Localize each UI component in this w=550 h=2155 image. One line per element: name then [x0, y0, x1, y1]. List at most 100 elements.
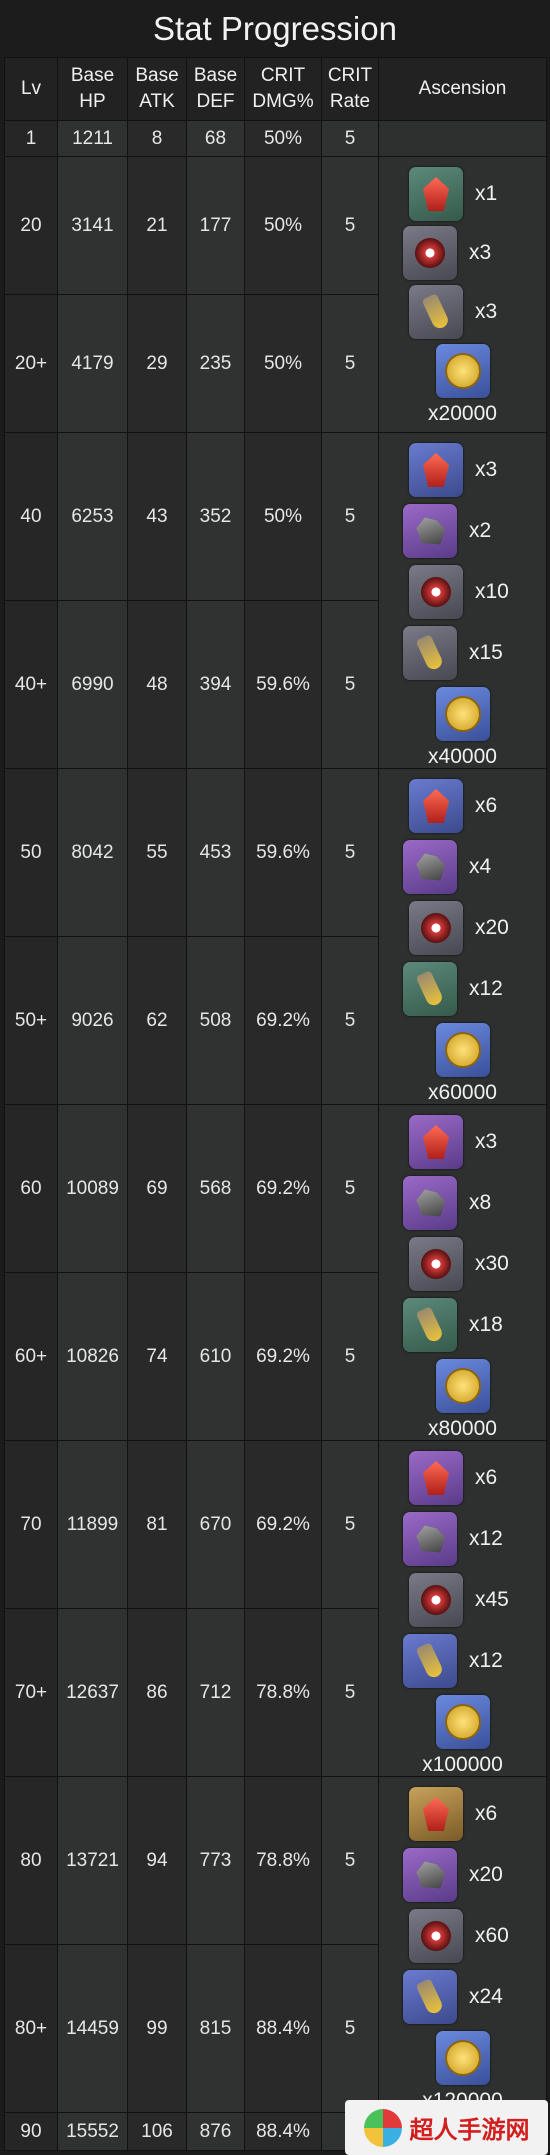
red-flower-icon: [409, 1573, 463, 1627]
mora-coin-icon: [435, 1023, 490, 1077]
gray-rock-icon: [403, 1512, 457, 1566]
cell-base-def: 68: [186, 120, 245, 157]
material-quantity: x3: [475, 458, 498, 481]
cell-base-hp: 4179: [57, 294, 128, 433]
cell-crit-dmg: 50%: [244, 432, 322, 601]
ascension-material: x1: [409, 167, 497, 221]
cell-level: 60+: [4, 1272, 58, 1441]
cell-base-atk: 21: [127, 156, 187, 295]
table-row: 70 11899 81 670 69.2% 5 x6 x12 x45 x12 x100000: [4, 1440, 547, 1777]
cell-base-def: 177: [186, 156, 245, 295]
header-row: Lv Base HP Base ATK Base DEF CRIT DMG% C…: [4, 57, 547, 121]
material-quantity: x18: [469, 1313, 503, 1336]
ascension-material: x15: [403, 626, 503, 680]
cell-level: 80: [4, 1776, 58, 1945]
ascension-material: x10: [409, 565, 509, 619]
ascension-material: x3: [409, 1115, 497, 1169]
ascension-material: x6: [409, 1451, 497, 1505]
ascension-material: x12: [403, 962, 503, 1016]
watermark-text: 超人手游网: [409, 2116, 530, 2144]
cell-crit-dmg: 88.4%: [244, 2112, 322, 2151]
cell-crit-rate: 5: [321, 1272, 379, 1441]
mora-coin-icon: [435, 344, 490, 398]
cell-base-atk: 99: [127, 1944, 187, 2113]
cell-level: 90: [4, 2112, 58, 2151]
ascension-material: x20: [403, 1848, 503, 1902]
cell-base-def: 773: [186, 1776, 245, 1945]
cell-base-atk: 55: [127, 768, 187, 937]
cell-crit-dmg: 69.2%: [244, 1272, 322, 1441]
mora-coin-icon: [435, 687, 490, 741]
cell-crit-rate: 5: [321, 1944, 379, 2113]
cell-base-atk: 48: [127, 600, 187, 769]
mora-coin-icon: [435, 1695, 490, 1749]
cell-base-def: 394: [186, 600, 245, 769]
cell-crit-rate: 5: [321, 120, 379, 157]
site-watermark: 超人手游网: [345, 2100, 548, 2155]
cell-level: 40: [4, 432, 58, 601]
table-row: 40 6253 43 352 50% 5 x3 x2 x10 x15 x40000: [4, 432, 547, 769]
header-lv: Lv: [4, 57, 58, 121]
material-quantity: x6: [475, 1466, 498, 1489]
cell-crit-rate: 5: [321, 768, 379, 937]
cell-crit-rate: 5: [321, 1104, 379, 1273]
cell-level: 80+: [4, 1944, 58, 2113]
red-flower-icon: [409, 1909, 463, 1963]
cell-crit-rate: 5: [321, 432, 379, 601]
cell-ascension-empty: [378, 120, 547, 157]
ascension-cell: x3 x2 x10 x15 x40000: [378, 432, 547, 769]
stat-table: Lv Base HP Base ATK Base DEF CRIT DMG% C…: [4, 57, 547, 2151]
red-crystal-icon: [409, 1787, 463, 1841]
cell-base-hp: 14459: [57, 1944, 128, 2113]
material-quantity: x6: [475, 1802, 498, 1825]
table-row: 20 3141 21 177 50% 5 x1 x3 x3 x20000: [4, 156, 547, 433]
mora-coin-icon: [435, 2031, 490, 2085]
vial-icon: [409, 285, 463, 339]
cell-base-atk: 43: [127, 432, 187, 601]
cell-crit-rate: 5: [321, 1776, 379, 1945]
cell-crit-rate: 5: [321, 936, 379, 1105]
material-quantity: x20: [469, 1863, 503, 1886]
ascension-material: x4: [403, 840, 491, 894]
material-quantity: x12: [469, 977, 503, 1000]
header-base-atk: Base ATK: [127, 57, 187, 121]
cell-base-hp: 6990: [57, 600, 128, 769]
ascension-material: x2: [403, 504, 491, 558]
ascension-material: x12: [403, 1634, 503, 1688]
cell-level: 70: [4, 1440, 58, 1609]
ascension-material: x8: [403, 1176, 491, 1230]
material-quantity: x4: [469, 855, 492, 878]
cell-crit-dmg: 69.2%: [244, 936, 322, 1105]
cell-crit-dmg: 78.8%: [244, 1776, 322, 1945]
ascension-material: x60: [409, 1909, 509, 1963]
cell-crit-rate: 5: [321, 600, 379, 769]
cell-base-hp: 8042: [57, 768, 128, 937]
mora-coin-icon: [435, 1359, 490, 1413]
vial-icon: [403, 1634, 457, 1688]
cell-crit-rate: 5: [321, 1440, 379, 1609]
material-quantity: x6: [475, 794, 498, 817]
header-crit-rate: CRIT Rate: [321, 57, 379, 121]
cell-crit-dmg: 78.8%: [244, 1608, 322, 1777]
mora-cost: x60000: [379, 1023, 546, 1105]
cell-level: 1: [4, 120, 58, 157]
material-quantity: x10: [475, 580, 509, 603]
cell-crit-dmg: 69.2%: [244, 1440, 322, 1609]
vial-icon: [403, 626, 457, 680]
ascension-material: x3: [409, 443, 497, 497]
mora-quantity: x80000: [428, 1417, 497, 1440]
ascension-material: x20: [409, 901, 509, 955]
red-flower-icon: [409, 901, 463, 955]
material-quantity: x3: [475, 300, 498, 323]
material-quantity: x15: [469, 641, 503, 664]
cell-crit-dmg: 50%: [244, 156, 322, 295]
material-quantity: x30: [475, 1252, 509, 1275]
cell-crit-dmg: 50%: [244, 120, 322, 157]
ascension-material: x6: [409, 779, 497, 833]
cell-base-def: 352: [186, 432, 245, 601]
material-quantity: x60: [475, 1924, 509, 1947]
cell-base-atk: 62: [127, 936, 187, 1105]
gray-rock-icon: [403, 840, 457, 894]
cell-base-hp: 9026: [57, 936, 128, 1105]
mora-cost: x80000: [379, 1359, 546, 1441]
